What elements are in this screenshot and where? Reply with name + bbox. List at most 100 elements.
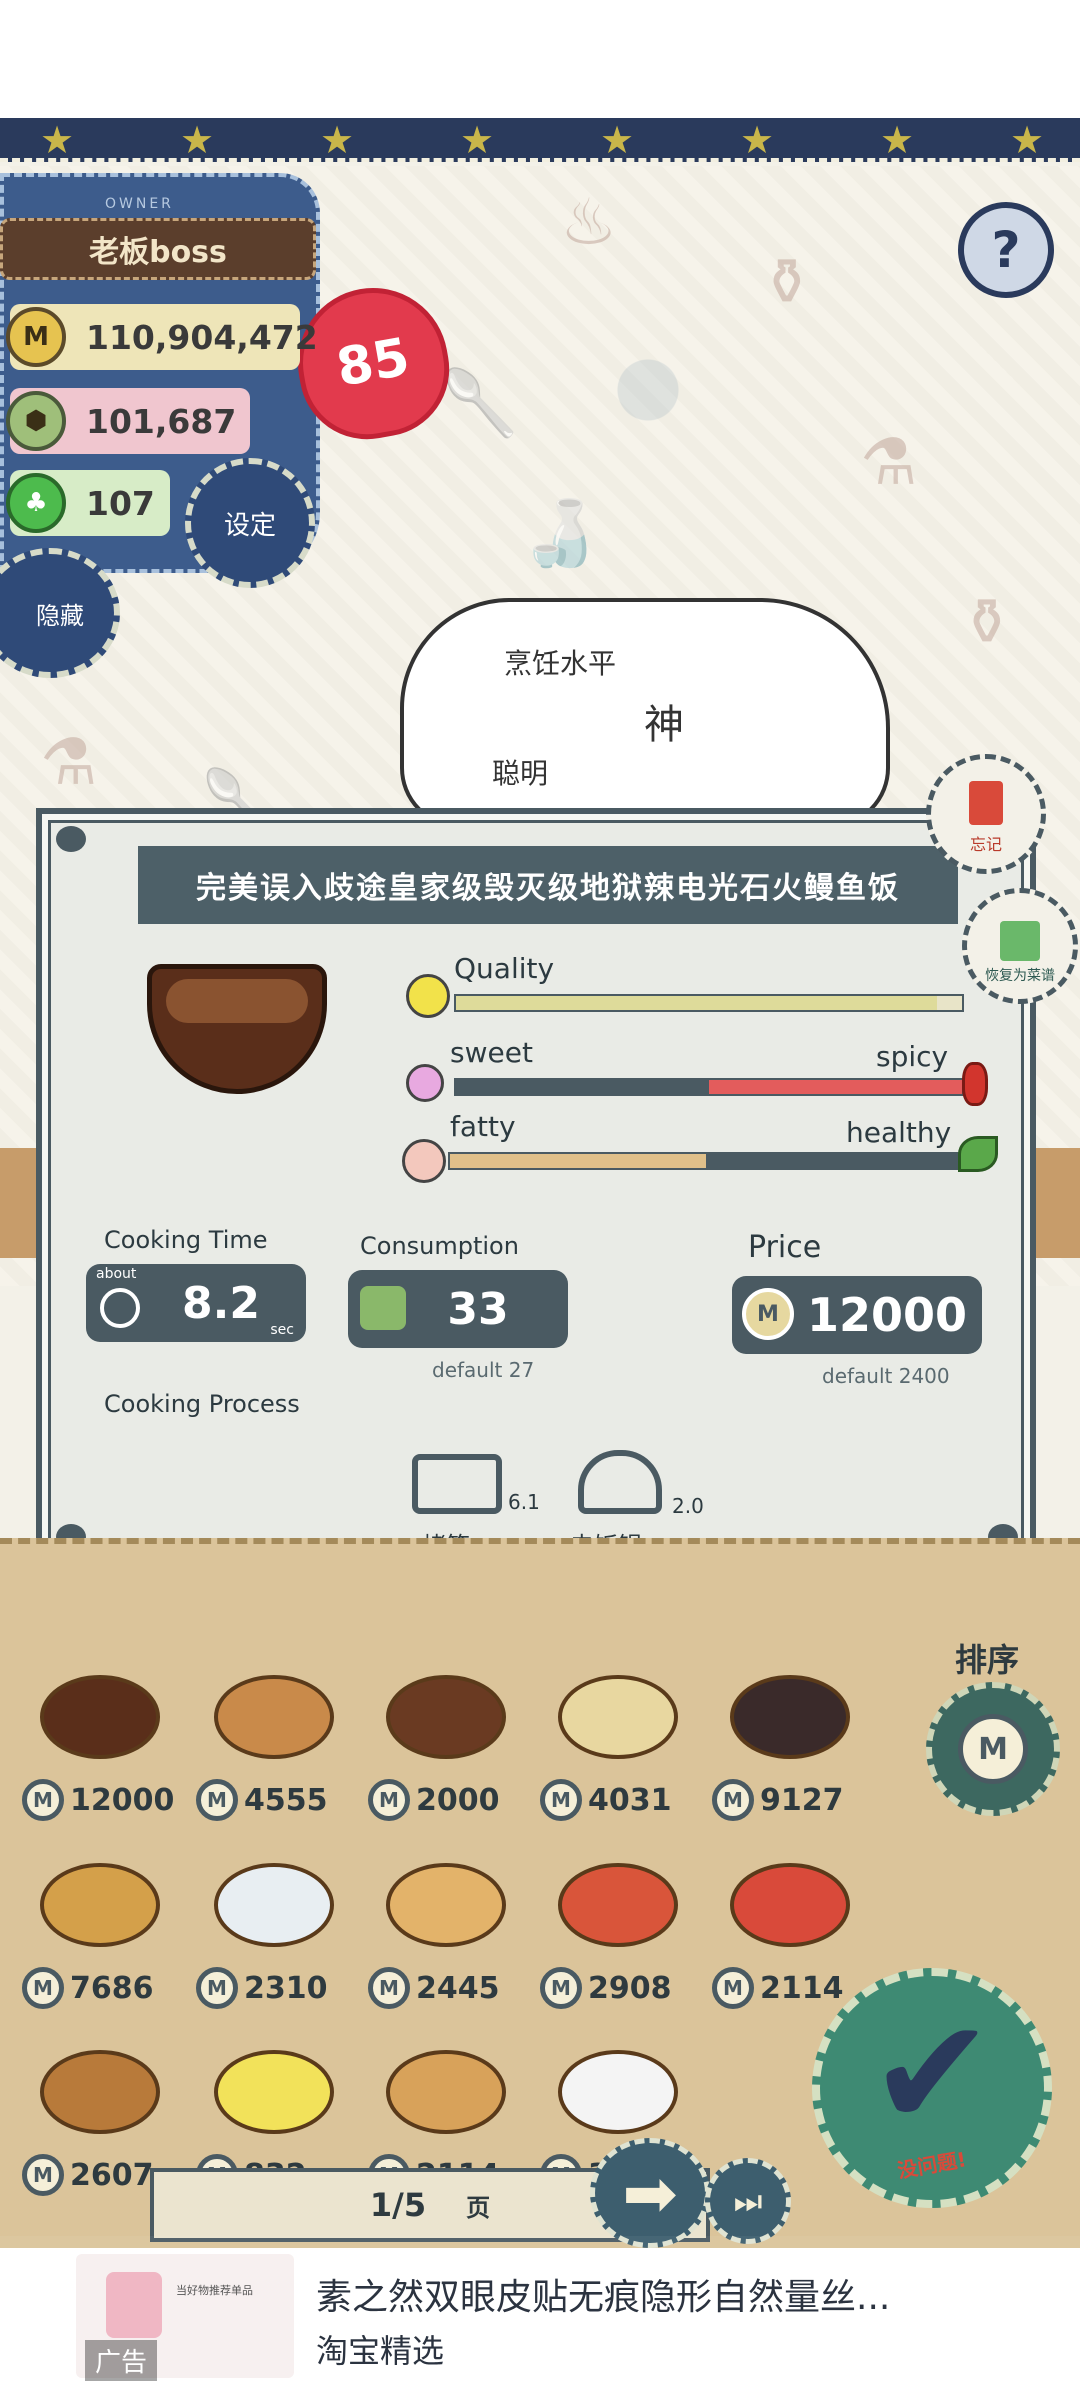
m-coin-icon: M [368,1967,410,2009]
chef-thought-cloud: 烹饪水平 神 聪明 [400,598,890,828]
dish-price-value: 12000 [70,1782,175,1818]
sort-button[interactable]: M [926,1682,1060,1816]
dish-price: M 9127 [712,1779,844,1821]
menu-dish-item[interactable]: M 2445 [368,1851,518,2041]
dish-price-value: 4031 [588,1782,672,1818]
close-icon[interactable]: ✕ [960,2256,999,2310]
dish-image [558,1863,678,1947]
m-coin-icon: M [540,1967,582,2009]
chef-trait: 聪明 [492,757,549,790]
restore-label: 恢复为菜谱 [985,968,1055,984]
fatty-label: fatty [450,1110,516,1143]
help-button[interactable]: ? [958,202,1054,298]
dish-image [214,2050,334,2134]
m-coin-icon: M [22,1967,64,2009]
dish-image [558,1675,678,1759]
dish-price: M 2908 [540,1967,672,2009]
clover-counter: ♣ 107 [6,470,170,536]
m-coin-icon: M [540,1779,582,1821]
price-box[interactable]: M 12000 [732,1276,982,1354]
dish-image [214,1863,334,1947]
dish-price-value: 9127 [760,1782,844,1818]
unagi-don-image [147,964,327,1094]
menu-dish-item[interactable]: M 2908 [540,1851,690,2041]
dish-image [386,2050,506,2134]
forget-label: 忘记 [969,835,1002,854]
cooking-time-value: 8.2 [182,1277,260,1329]
bear-corner-icon [56,826,86,852]
m-coin-icon: M [712,1779,754,1821]
chili-pepper-icon [962,1062,988,1106]
ingredients-counter: ⬢ 101,687 [6,388,250,454]
price-value: 12000 [806,1288,968,1342]
checkmark-icon: ✔ [869,1986,995,2161]
consumption-box: 33 [348,1270,568,1348]
owner-name: 老板boss [0,218,316,280]
dish-image [730,1863,850,1947]
owner-caption: OWNER [105,196,174,212]
dish-image [40,1863,160,1947]
menu-dish-item[interactable]: M 7686 [22,1851,172,2041]
spicy-label: spicy [876,1040,949,1073]
sort-label: 排序 [955,1641,1020,1679]
dish-price-value: 2607 [70,2157,154,2193]
dish-price: M2114 [712,1967,844,2009]
smiley-icon [406,974,450,1018]
m-coin-icon: M [196,1967,238,2009]
price-default: default 2400 [822,1364,950,1388]
oven-icon [412,1454,502,1514]
dish-price: M 7686 [22,1967,154,2009]
rice-cooker-icon [578,1450,662,1514]
dish-price-value: 4555 [244,1782,328,1818]
clover-icon: ♣ [6,473,66,533]
m-coin-icon: M [742,1288,794,1340]
dish-price: M 4555 [196,1779,328,1821]
dish-price: M 2310 [196,1967,328,2009]
fast-forward-icon: ⏭ [733,2181,763,2220]
dish-price-value: 2114 [760,1970,844,2006]
leaf-icon [958,1136,998,1172]
menu-dish-item[interactable]: M 4031 [540,1663,690,1853]
sweet-label: sweet [450,1036,533,1069]
product-image [106,2272,162,2338]
settings-button[interactable]: 设定 [185,458,315,588]
dish-image [386,1675,506,1759]
dish-image [386,1863,506,1947]
recipe-name: 完美误入歧途皇家级毁灭级地狱辣电光石火鳗鱼饭 [138,846,958,924]
restore-recipe-button[interactable]: 恢复为菜谱 [962,888,1078,1004]
m-coin-icon: M [368,1779,410,1821]
forget-button[interactable]: 忘记 [926,754,1046,874]
menu-dish-item[interactable]: M 12000 [22,1663,174,1853]
arrow-right-icon: ➡ [622,2154,678,2232]
dish-image [40,1675,160,1759]
dish-image [730,1675,850,1759]
ad-label: 广告 [85,2340,158,2381]
menu-dish-item[interactable]: M 2310 [196,1851,346,2041]
menu-dish-item[interactable]: M 9127 [712,1663,862,1853]
quality-bar [454,994,964,1012]
status-bar [0,0,1080,118]
m-coin-icon: M [196,1779,238,1821]
game-screen: ★ ★ ★ ★ ★ ★ ★ ★ ♨ ⚱ 🥄 ⚗ 🍶 ⚱ ⚗ 🥄 OWNER 老板boss … [0,118,1080,2248]
dish-price-value: 2908 [588,1970,672,2006]
menu-dish-item[interactable]: M 4555 [196,1663,346,1853]
dish-price: M 4031 [540,1779,672,1821]
dish-price: M 12000 [22,1779,174,1821]
last-page-button[interactable]: ⏭ [705,2158,791,2244]
ad-title[interactable]: 素之然双眼皮贴无痕隐形自然量丝... [316,2268,976,2320]
ad-thumb-text: 当好物推荐单品 [176,2284,253,2297]
dish-image [40,2050,160,2134]
confirm-button[interactable]: ✔ 没问题! [812,1968,1052,2208]
fatty-healthy-bar [448,1152,964,1170]
next-page-button[interactable]: ➡ [590,2138,710,2248]
ingredient-basket-icon [360,1286,406,1330]
ad-banner[interactable]: 当好物推荐单品 广告 素之然双眼皮贴无痕隐形自然量丝... 淘宝精选 ✕ [0,2236,1080,2400]
about-label: about [96,1266,137,1282]
cooking-process-label: Cooking Process [104,1390,300,1418]
m-coin-icon: M [712,1967,754,2009]
menu-dish-item[interactable]: M 2000 [368,1663,518,1853]
page-number: 1/5 [369,2186,427,2224]
dish-price: M 2607 [22,2154,154,2196]
page-suffix: 页 [466,2193,491,2222]
star-border-top: ★ ★ ★ ★ ★ ★ ★ ★ [0,118,1080,162]
